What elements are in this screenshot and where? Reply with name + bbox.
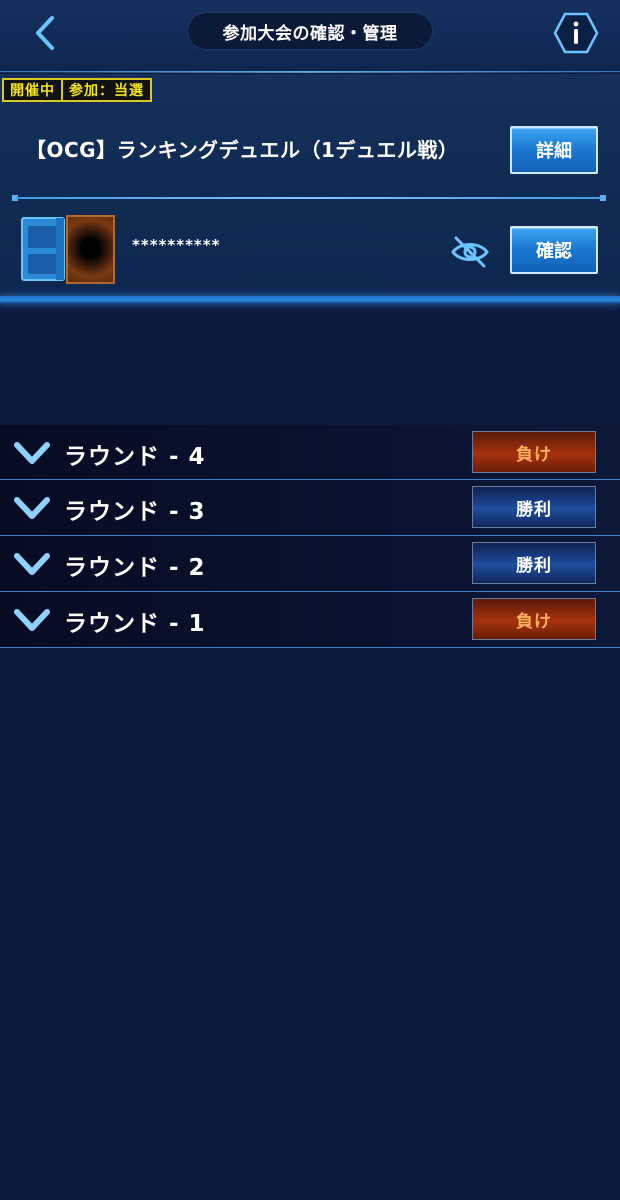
card-back-image [66,215,115,284]
header-bar: 参加大会の確認・管理 [0,0,620,73]
deck-name-masked: ********** [132,236,221,254]
tournament-name: 【OCG】ランキングデュエル（1デュエル戦） [26,138,459,162]
status-tags: 開催中 参加：当選 [2,78,152,102]
round-label: ラウンド - 2 [64,555,206,581]
panel-border [0,296,620,304]
round-row-3[interactable]: ラウンド - 3 勝利 [0,480,620,536]
result-badge: 勝利 [472,542,596,584]
eye-off-icon [451,236,489,268]
rounds-list: ラウンド - 4 負け ラウンド - 3 勝利 ラウンド - 2 勝利 ラウンド… [0,424,620,648]
info-icon [553,12,599,54]
deck-case-icon [21,217,65,281]
round-label: ラウンド - 1 [64,611,206,637]
chevron-down-icon [14,497,50,519]
visibility-toggle[interactable] [450,232,490,272]
result-badge: 勝利 [472,486,596,528]
status-badge-entry: 参加：当選 [63,78,152,102]
round-row-1[interactable]: ラウンド - 1 負け [0,592,620,648]
confirm-button[interactable]: 確認 [510,226,598,274]
back-button[interactable] [22,10,68,56]
chevron-down-icon [14,442,50,464]
chevron-down-icon [14,609,50,631]
round-row-2[interactable]: ラウンド - 2 勝利 [0,536,620,592]
info-button[interactable] [552,10,600,56]
result-badge: 負け [472,598,596,640]
chevron-left-icon [36,16,54,50]
round-label: ラウンド - 4 [64,444,206,470]
round-label: ラウンド - 3 [64,499,206,525]
chevron-down-icon [14,553,50,575]
page-title: 参加大会の確認・管理 [187,12,433,50]
status-badge-open: 開催中 [2,78,63,102]
divider [12,195,606,201]
result-badge: 負け [472,431,596,473]
details-button[interactable]: 詳細 [510,126,598,174]
round-row-4[interactable]: ラウンド - 4 負け [0,424,620,480]
